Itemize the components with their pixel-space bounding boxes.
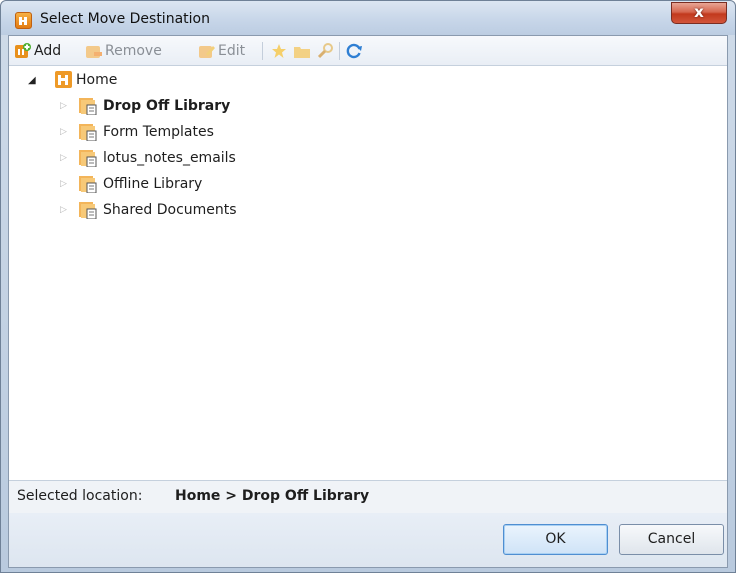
- dialog-body: Add Remove Edit ◢ Home ▷ Drop Off Librar…: [8, 35, 728, 568]
- collapsed-arrow-icon[interactable]: ▷: [60, 205, 67, 215]
- add-button[interactable]: Add: [15, 42, 61, 60]
- app-logo-icon: [15, 12, 32, 29]
- document-library-icon: [79, 201, 99, 220]
- selected-location-value: Home > Drop Off Library: [175, 488, 370, 504]
- refresh-button[interactable]: [346, 42, 365, 60]
- selected-location-label: Selected location:: [17, 488, 143, 504]
- document-library-icon: [79, 97, 99, 116]
- favorite-star-icon: [271, 43, 287, 59]
- tree-node-library[interactable]: ▷ Drop Off Library: [60, 95, 231, 117]
- collapsed-arrow-icon[interactable]: ▷: [60, 101, 67, 111]
- tree-node-label: Offline Library: [103, 176, 203, 192]
- edit-label: Edit: [218, 43, 246, 59]
- tree-node-library[interactable]: ▷ lotus_notes_emails: [60, 147, 236, 169]
- tree-node-label: Home: [76, 72, 118, 88]
- document-library-icon: [79, 149, 99, 168]
- remove-button[interactable]: Remove: [86, 42, 162, 60]
- dialog-window: Select Move Destination x Add Remove Edi…: [0, 0, 736, 573]
- close-button[interactable]: x: [671, 2, 727, 24]
- title-bar[interactable]: Select Move Destination x: [1, 1, 735, 35]
- ok-button[interactable]: OK: [503, 524, 608, 555]
- cancel-button[interactable]: Cancel: [619, 524, 724, 555]
- tree-node-library[interactable]: ▷ Form Templates: [60, 121, 214, 143]
- find-button[interactable]: [317, 42, 336, 60]
- selected-location-bar: Selected location: Home > Drop Off Libra…: [9, 480, 727, 514]
- edit-button[interactable]: Edit: [199, 42, 245, 60]
- folder-button[interactable]: [294, 42, 313, 60]
- add-icon: [15, 43, 31, 59]
- close-icon: x: [694, 3, 704, 21]
- collapsed-arrow-icon[interactable]: ▷: [60, 153, 67, 163]
- toolbar-separator: [262, 42, 263, 60]
- toolbar-separator: [339, 42, 340, 60]
- location-tree: ◢ Home ▷ Drop Off Library ▷ Form Templat…: [9, 66, 727, 480]
- site-home-icon: [55, 71, 72, 89]
- refresh-icon: [346, 43, 362, 59]
- remove-icon: [86, 43, 102, 59]
- favorite-button[interactable]: [271, 42, 290, 60]
- folder-icon: [294, 43, 310, 59]
- remove-label: Remove: [105, 43, 162, 59]
- document-library-icon: [79, 123, 99, 142]
- expand-arrow-icon[interactable]: ◢: [28, 75, 36, 86]
- tree-node-label: lotus_notes_emails: [103, 150, 236, 166]
- document-library-icon: [79, 175, 99, 194]
- collapsed-arrow-icon[interactable]: ▷: [60, 179, 67, 189]
- tree-node-label: Form Templates: [103, 124, 214, 140]
- tree-node-library[interactable]: ▷ Shared Documents: [60, 199, 237, 221]
- collapsed-arrow-icon[interactable]: ▷: [60, 127, 67, 137]
- tree-node-label: Drop Off Library: [103, 98, 231, 114]
- find-icon: [317, 43, 333, 59]
- tree-node-home[interactable]: ◢ Home: [28, 69, 118, 91]
- edit-icon: [199, 43, 215, 59]
- add-label: Add: [34, 43, 62, 59]
- window-title: Select Move Destination: [40, 11, 210, 27]
- tree-node-label: Shared Documents: [103, 202, 237, 218]
- toolbar: Add Remove Edit: [9, 36, 727, 66]
- dialog-footer: OK Cancel: [9, 513, 727, 567]
- tree-node-library[interactable]: ▷ Offline Library: [60, 173, 203, 195]
